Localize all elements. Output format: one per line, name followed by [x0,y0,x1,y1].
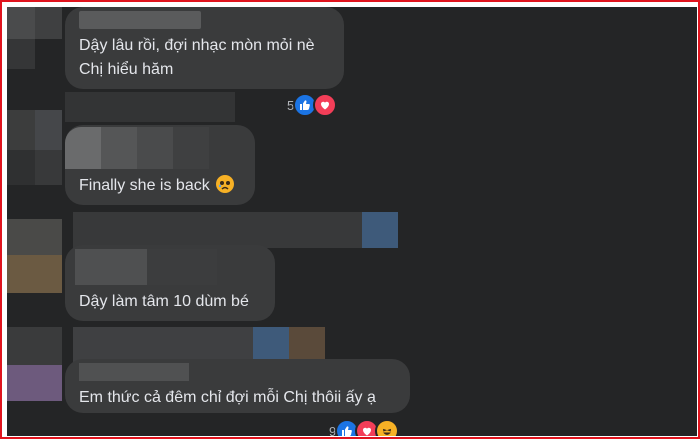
comment-bubble: Dậy lâu rồi, đợi nhạc mòn mỏi nè Chị hiể… [65,7,344,89]
author-name[interactable] [73,212,363,248]
image-frame: Dậy lâu rồi, đợi nhạc mòn mỏi nè Chị hiể… [0,0,700,439]
comment-text: Finally she is back [79,177,210,194]
love-icon [313,93,338,117]
comment-text: Dậy lâu rồi, đợi nhạc mòn mỏi nè [79,37,315,54]
comment-text: Dậy làm tâm 10 dùm bé [79,293,249,310]
avatar[interactable] [7,327,62,417]
author-badge [362,212,398,248]
comment-thread: Dậy lâu rồi, đợi nhạc mòn mỏi nè Chị hiể… [7,7,697,436]
comment-text: Em thức cả đêm chỉ đợi mỗi Chị thôii ấy … [79,389,376,406]
avatar[interactable] [7,110,62,200]
author-badge [289,327,325,363]
reaction-summary[interactable]: 5 [287,93,338,117]
author-name[interactable] [79,11,201,29]
reaction-summary[interactable]: 9 [329,419,400,436]
author-name[interactable] [65,92,235,122]
comment-bubble: Em thức cả đêm chỉ đợi mỗi Chị thôii ấy … [65,359,410,413]
haha-icon [375,419,400,436]
avatar[interactable] [7,219,62,309]
comment-text: Chị hiểu hăm [79,61,174,78]
sad-face-emoji [216,175,235,193]
comment-bubble: Finally she is back [65,125,255,205]
avatar[interactable] [7,7,62,97]
author-badge [253,327,289,363]
comment-bubble: Dậy làm tâm 10 dùm bé [65,245,275,321]
author-name[interactable] [73,327,253,363]
